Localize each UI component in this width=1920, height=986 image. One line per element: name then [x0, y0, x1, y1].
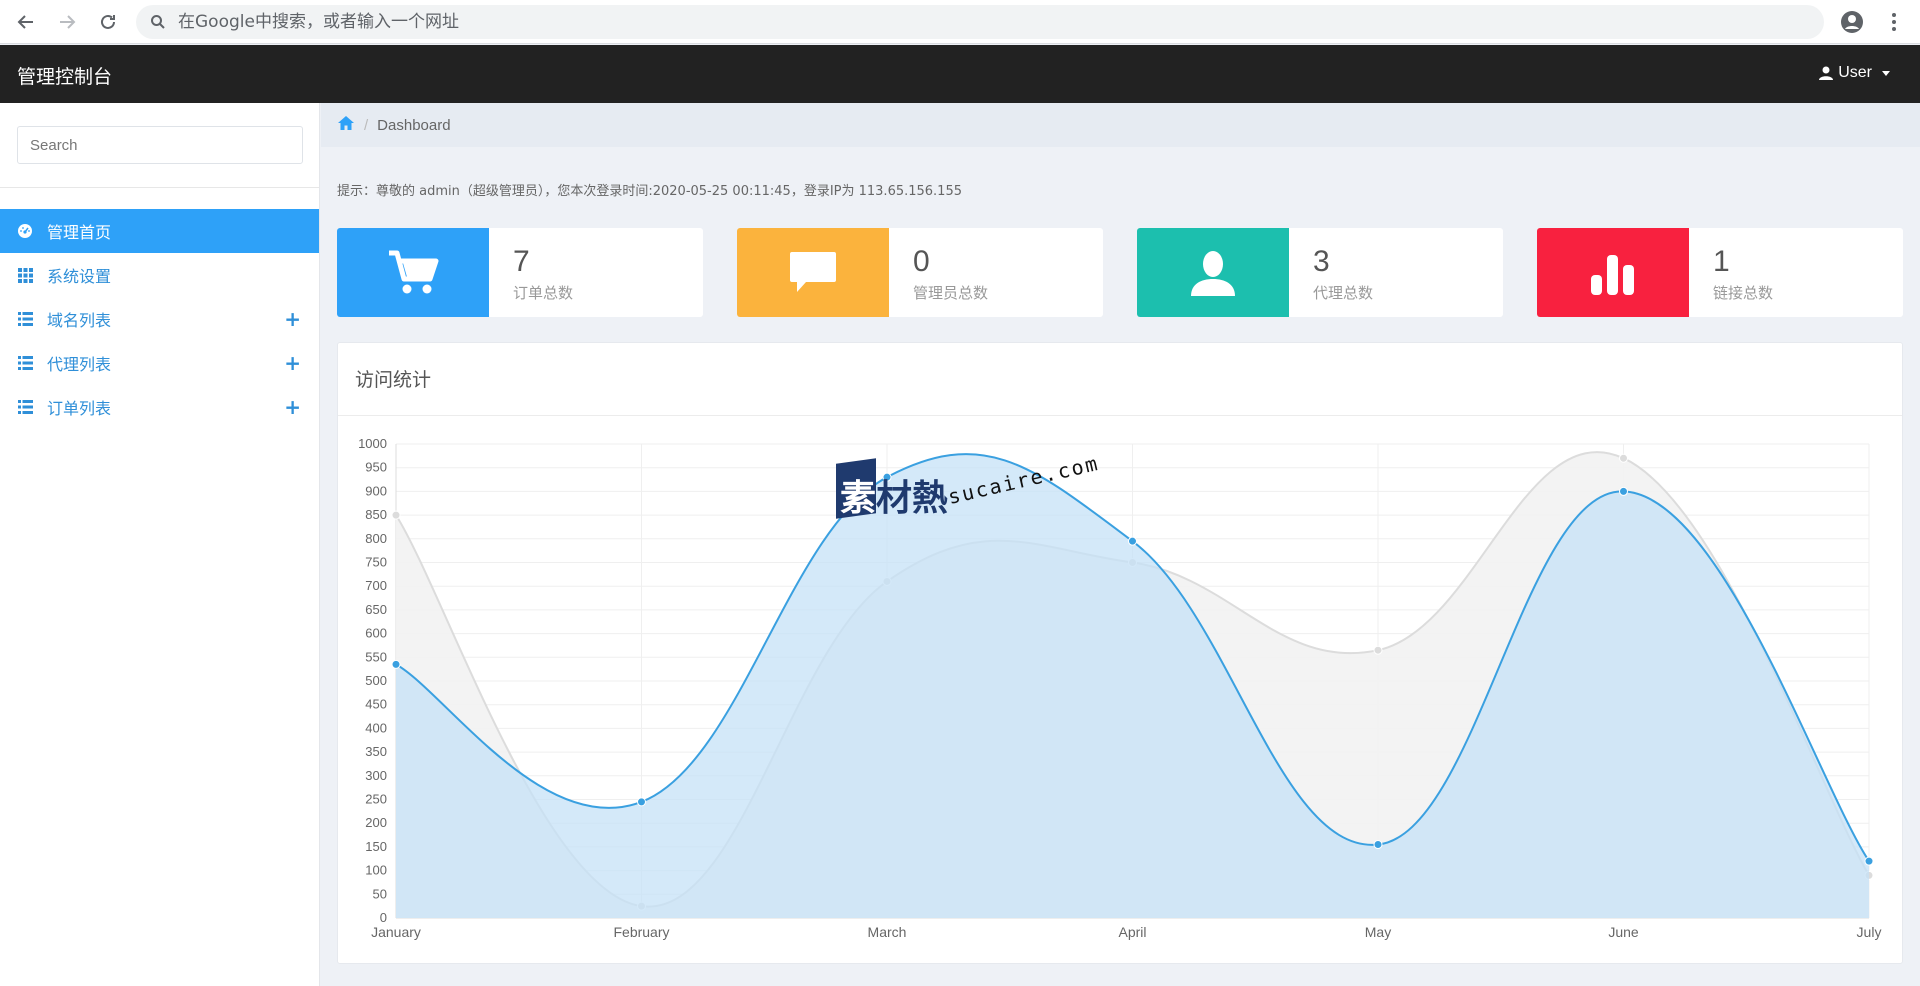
dashboard-icon [17, 223, 33, 239]
breadcrumb: / Dashboard [321, 103, 1920, 147]
sidebar-item-domains[interactable]: 域名列表 + [0, 297, 319, 341]
sidebar-menu: 管理首页 系统设置 域名列表 + 代理列表 + 订单列表 + [0, 209, 319, 429]
data-point [1128, 536, 1137, 546]
sidebar-item-home[interactable]: 管理首页 [0, 209, 319, 253]
sidebar-item-agents[interactable]: 代理列表 + [0, 341, 319, 385]
app-navbar: 管理控制台 User [0, 45, 1920, 103]
x-tick-label: May [1365, 924, 1391, 940]
data-point [1619, 486, 1628, 496]
y-tick-label: 450 [365, 697, 387, 712]
x-tick-label: February [613, 924, 669, 940]
y-tick-label: 650 [365, 602, 387, 617]
address-input[interactable] [178, 9, 1778, 35]
sidebar-item-label: 系统设置 [47, 267, 112, 286]
y-tick-label: 200 [365, 815, 387, 830]
y-tick-label: 0 [380, 910, 387, 925]
data-point [1864, 856, 1874, 866]
sidebar-search-input[interactable] [17, 126, 303, 164]
y-tick-label: 800 [365, 531, 387, 546]
data-point [1373, 645, 1383, 655]
data-point [1619, 453, 1628, 463]
sidebar-item-label: 代理列表 [47, 355, 112, 374]
x-tick-label: April [1118, 924, 1146, 940]
stat-value: 3 [1313, 245, 1330, 278]
breadcrumb-separator: / [364, 116, 369, 134]
x-tick-label: March [868, 924, 907, 940]
sidebar: 管理首页 系统设置 域名列表 + 代理列表 + 订单列表 [0, 103, 320, 986]
y-tick-label: 50 [373, 886, 387, 901]
login-tip: 提示：尊敬的 admin（超级管理员），您本次登录时间:2020-05-25 0… [337, 184, 962, 199]
stat-label: 链接总数 [1713, 284, 1774, 302]
list-icon [17, 399, 33, 415]
data-point [1373, 840, 1383, 850]
y-tick-label: 350 [365, 744, 387, 759]
grid-icon [17, 267, 33, 283]
caret-down-icon [1882, 70, 1890, 76]
y-tick-label: 700 [365, 578, 387, 593]
expand-icon[interactable]: + [284, 353, 301, 373]
stat-value: 1 [1713, 245, 1730, 278]
expand-icon[interactable]: + [284, 397, 301, 417]
y-tick-label: 100 [365, 863, 387, 878]
sidebar-item-label: 域名列表 [47, 311, 112, 330]
stat-value: 0 [913, 245, 930, 278]
y-tick-label: 750 [365, 555, 387, 570]
user-icon [1819, 66, 1834, 80]
list-icon [17, 355, 33, 371]
cart-icon [337, 228, 489, 317]
x-tick-label: July [1857, 924, 1882, 940]
y-tick-label: 550 [365, 649, 387, 664]
stat-label: 代理总数 [1313, 284, 1374, 302]
visit-chart: 0 50 100 150 200 250 300 350 400 450 500 550 600 650 7… [358, 436, 1882, 940]
user-icon [1137, 228, 1289, 317]
sidebar-item-orders[interactable]: 订单列表 + [0, 385, 319, 429]
y-tick-label: 600 [365, 626, 387, 641]
stat-label: 订单总数 [513, 284, 574, 302]
browser-toolbar [0, 0, 1920, 44]
stat-value: 7 [513, 245, 530, 278]
y-tick-label: 300 [365, 768, 387, 783]
sidebar-item-label: 管理首页 [47, 223, 112, 242]
stat-card-agents[interactable]: 3 代理总数 [1137, 228, 1503, 317]
address-bar[interactable] [136, 5, 1824, 39]
profile-icon[interactable] [1840, 10, 1864, 34]
forward-icon[interactable] [55, 10, 79, 34]
stat-card-admins[interactable]: 0 管理员总数 [737, 228, 1103, 317]
user-menu[interactable]: User [1818, 64, 1890, 82]
comment-icon [737, 228, 889, 317]
y-tick-label: 900 [365, 483, 387, 498]
user-label: User [1838, 64, 1872, 81]
sidebar-divider [0, 187, 319, 188]
back-icon[interactable] [14, 10, 38, 34]
stat-card-orders[interactable]: 7 订单总数 [337, 228, 703, 317]
data-point [391, 659, 401, 669]
visit-stats-panel: 访问统计 0 50 100 150 200 250 300 350 400 450 500 550 60… [337, 342, 1903, 964]
y-tick-label: 850 [365, 507, 387, 522]
search-icon [150, 14, 166, 35]
y-tick-label: 950 [365, 460, 387, 475]
y-tick-label: 1000 [358, 436, 387, 451]
expand-icon[interactable]: + [284, 309, 301, 329]
breadcrumb-current: Dashboard [377, 116, 451, 134]
home-icon[interactable] [337, 115, 355, 135]
y-tick-label: 150 [365, 839, 387, 854]
stat-card-links[interactable]: 1 链接总数 [1537, 228, 1903, 317]
y-tick-label: 500 [365, 673, 387, 688]
x-tick-label: January [371, 924, 421, 940]
x-tick-label: June [1608, 924, 1639, 940]
bar-chart-icon [1537, 228, 1689, 317]
reload-icon[interactable] [96, 10, 120, 34]
stat-label: 管理员总数 [913, 284, 989, 302]
data-point [637, 797, 646, 807]
sidebar-item-settings[interactable]: 系统设置 [0, 253, 319, 297]
app-brand[interactable]: 管理控制台 [17, 62, 112, 89]
data-point [882, 472, 892, 482]
sidebar-item-label: 订单列表 [47, 399, 112, 418]
data-point [391, 510, 401, 520]
kebab-menu-icon[interactable] [1882, 10, 1906, 34]
y-tick-label: 400 [365, 720, 387, 735]
y-tick-label: 250 [365, 792, 387, 807]
list-icon [17, 311, 33, 327]
